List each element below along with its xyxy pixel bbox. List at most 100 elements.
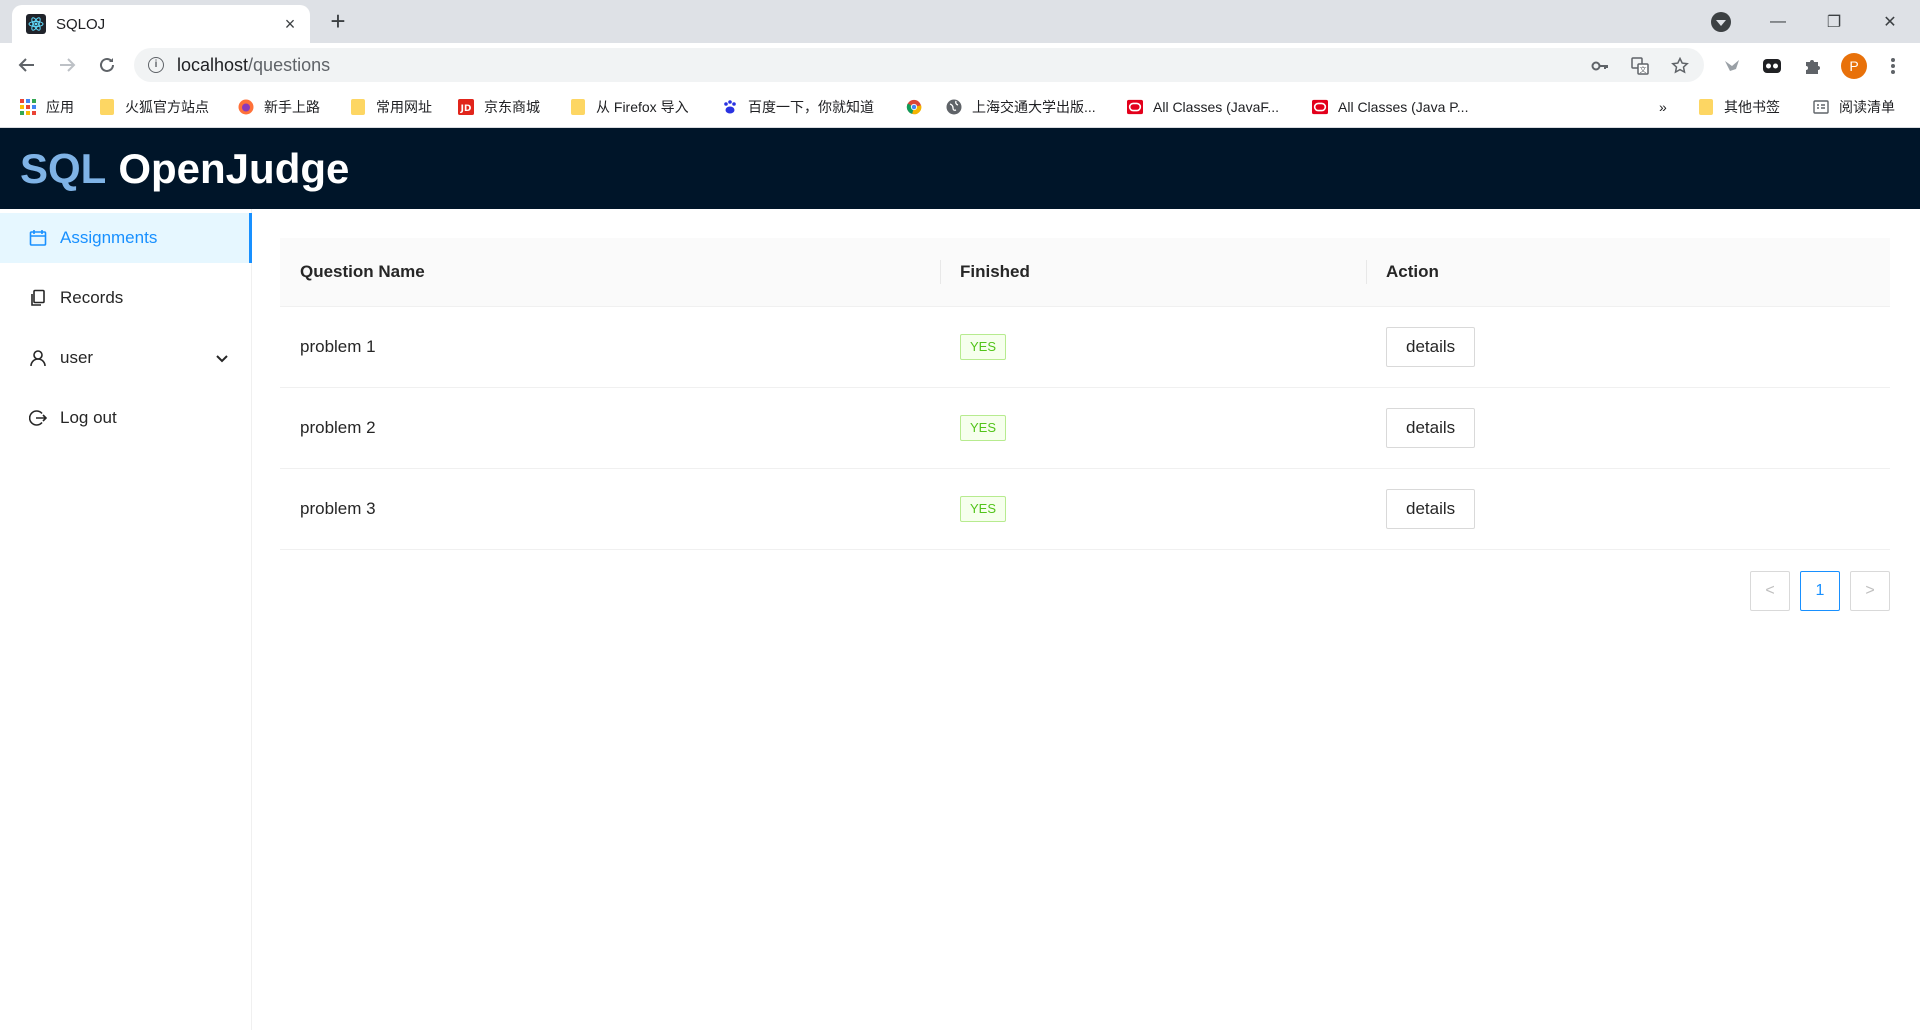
bookmark-item[interactable]: 新手上路 — [238, 96, 320, 118]
browser-tab[interactable]: SQLOJ × — [12, 5, 310, 43]
reading-list-icon — [1813, 99, 1829, 115]
firefox-icon — [238, 99, 254, 115]
question-name: problem 3 — [280, 468, 940, 550]
folder-icon — [350, 99, 366, 115]
extension-mask-icon[interactable] — [1761, 55, 1783, 77]
status-badge: YES — [960, 414, 1007, 441]
bookmark-label: 新手上路 — [264, 99, 320, 115]
bookmark-item[interactable]: All Classes (JavaF... — [1127, 96, 1279, 118]
bookmark-label: 上海交通大学出版... — [972, 99, 1096, 115]
bookmark-star-icon[interactable] — [1671, 57, 1689, 75]
svg-text:文: 文 — [1640, 65, 1647, 74]
bookmark-item[interactable]: 常用网址 — [350, 96, 432, 118]
sidebar-item-label: user — [60, 348, 94, 367]
oracle-icon — [1312, 99, 1328, 115]
close-window-button[interactable]: ✕ — [1862, 0, 1918, 43]
bookmark-label: All Classes (Java P... — [1338, 99, 1469, 115]
action-cell: details — [1366, 306, 1890, 388]
bookmark-label: 从 Firefox 导入 — [596, 99, 689, 115]
questions-table: Question Name Finished Action problem 1 … — [280, 238, 1890, 550]
site-info-icon[interactable]: i — [148, 57, 164, 73]
svg-text:JD: JD — [460, 104, 472, 114]
reading-list[interactable]: 阅读清单 — [1813, 96, 1895, 118]
jd-icon: JD — [458, 99, 474, 115]
sidebar-item-records[interactable]: Records — [0, 273, 252, 323]
sidebar-item-assignments[interactable]: Assignments — [0, 213, 252, 263]
bookmark-label: All Classes (JavaF... — [1153, 99, 1280, 115]
reload-icon[interactable] — [93, 51, 121, 79]
main-content: Question Name Finished Action problem 1 … — [280, 238, 1890, 611]
bookmarks-overflow-button[interactable]: » — [1659, 96, 1667, 118]
finished-cell: YES — [940, 468, 1366, 550]
logo-sql: SQL — [20, 144, 107, 192]
status-badge: YES — [960, 495, 1007, 522]
translate-icon[interactable]: 文 — [1631, 57, 1649, 75]
back-icon[interactable] — [13, 51, 41, 79]
sidebar-item-user[interactable]: user — [0, 333, 252, 383]
copy-icon — [29, 289, 47, 307]
table-row: problem 1 YES details — [280, 306, 1890, 388]
sidebar-item-label: Log out — [60, 408, 117, 427]
user-icon — [29, 349, 47, 367]
bookmark-item[interactable]: 火狐官方站点 — [99, 96, 209, 118]
sidebar-item-label: Assignments — [60, 228, 158, 247]
folder-icon — [1698, 99, 1714, 115]
sidebar-item-logout[interactable]: Log out — [0, 393, 252, 443]
app-header: SQL OpenJudge — [0, 128, 1920, 209]
next-page-button[interactable]: > — [1850, 571, 1890, 611]
address-bar[interactable]: i localhost/questions 文 — [134, 48, 1704, 82]
details-button[interactable]: details — [1386, 407, 1476, 448]
bookmark-label: 常用网址 — [376, 99, 432, 115]
bookmark-label: 应用 — [46, 99, 74, 115]
prev-page-button[interactable]: < — [1750, 571, 1790, 611]
bookmark-item[interactable]: 上海交通大学出版... — [946, 96, 1096, 118]
table-header-row: Question Name Finished Action — [280, 238, 1890, 307]
extension-bird-icon[interactable] — [1721, 55, 1743, 77]
react-icon — [26, 14, 46, 34]
column-header-finished: Finished — [940, 238, 1366, 307]
baidu-icon — [722, 99, 738, 115]
restore-button[interactable]: ❐ — [1806, 0, 1862, 43]
chrome-menu-icon[interactable] — [1882, 55, 1904, 77]
browser-toolbar: i localhost/questions 文 P — [0, 43, 1920, 87]
column-header-action: Action — [1366, 238, 1890, 307]
bookmark-item[interactable]: JD 京东商城 — [458, 96, 540, 118]
details-button[interactable]: details — [1386, 488, 1476, 529]
sidebar: Assignments Records user Log out — [0, 209, 252, 1030]
close-tab-icon[interactable]: × — [280, 14, 300, 35]
calendar-icon — [29, 229, 47, 247]
finished-cell: YES — [940, 387, 1366, 469]
bookmark-item[interactable]: 从 Firefox 导入 — [570, 96, 689, 118]
globe-icon — [946, 99, 962, 115]
chrome-icon — [906, 99, 922, 115]
key-icon[interactable] — [1591, 57, 1609, 75]
action-cell: details — [1366, 387, 1890, 469]
folder-icon — [570, 99, 586, 115]
page-number-button[interactable]: 1 — [1800, 571, 1840, 611]
table-row: problem 2 YES details — [280, 387, 1890, 469]
finished-cell: YES — [940, 306, 1366, 388]
sidebar-item-label: Records — [60, 288, 124, 307]
forward-icon[interactable] — [53, 51, 81, 79]
pagination: < 1 > — [1750, 571, 1890, 611]
extensions-puzzle-icon[interactable] — [1801, 55, 1823, 77]
chevron-down-icon[interactable] — [214, 350, 230, 366]
bookmark-item[interactable]: 百度一下，你就知道 — [722, 96, 874, 118]
bookmark-apps[interactable]: 应用 — [20, 96, 74, 118]
url-host: localhost — [177, 54, 249, 75]
status-badge: YES — [960, 333, 1007, 360]
bookmark-label: 其他书签 — [1724, 99, 1780, 115]
profile-avatar[interactable]: P — [1841, 53, 1867, 79]
details-button[interactable]: details — [1386, 326, 1476, 367]
tab-title: SQLOJ — [56, 15, 106, 33]
minimize-button[interactable]: — — [1750, 0, 1806, 43]
bookmark-item[interactable]: All Classes (Java P... — [1312, 96, 1468, 118]
question-name: problem 1 — [280, 306, 940, 388]
bookmark-label: 阅读清单 — [1839, 99, 1895, 115]
tab-search-icon[interactable] — [1711, 12, 1731, 32]
column-header-question-name: Question Name — [280, 238, 940, 307]
bookmark-item[interactable] — [906, 96, 932, 118]
question-name: problem 2 — [280, 387, 940, 469]
other-bookmarks[interactable]: 其他书签 — [1698, 96, 1780, 118]
new-tab-button[interactable]: + — [324, 8, 352, 36]
